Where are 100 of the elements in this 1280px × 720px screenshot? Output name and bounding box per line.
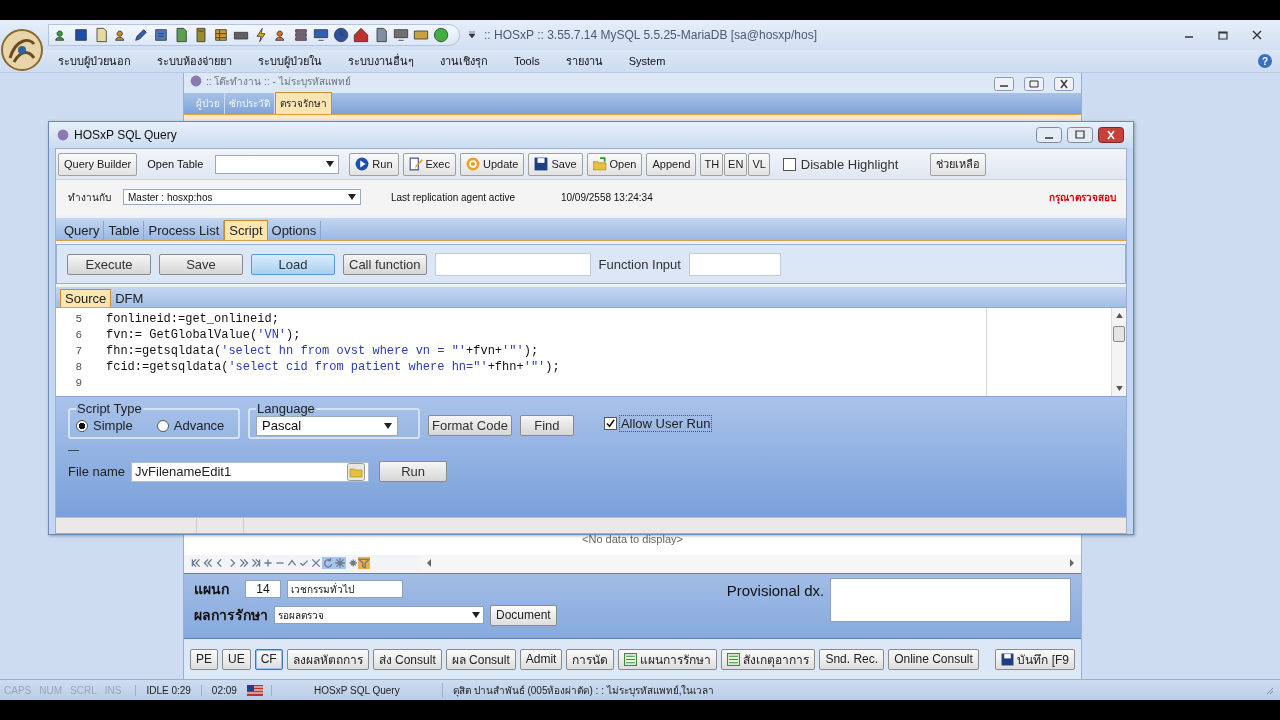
toolbar-button[interactable]: Save [528, 152, 583, 176]
action-button[interactable]: Snd. Rec. [819, 648, 885, 670]
menu-item[interactable]: ระบบผู้ป่วยนอก [58, 52, 131, 70]
tab[interactable]: DFM [111, 290, 148, 307]
scroll-up-icon[interactable] [1115, 313, 1123, 318]
menu-item[interactable]: รายงาน [565, 52, 603, 70]
scroll-left-icon[interactable] [426, 559, 432, 567]
toolbar-button[interactable]: Query Builder [58, 152, 138, 176]
notepad-icon[interactable] [153, 27, 169, 43]
square-icon[interactable] [73, 27, 89, 43]
department-code-field[interactable]: 14 [245, 580, 281, 598]
page-icon[interactable] [173, 27, 189, 43]
radio-button[interactable] [76, 419, 88, 432]
action-button[interactable]: Online Consult [888, 648, 979, 670]
action-button[interactable]: ผล Consult [445, 648, 516, 670]
result-dropdown[interactable]: รอผลตรวจ [274, 606, 484, 624]
menu-item[interactable]: System [628, 55, 666, 67]
function-name-field[interactable] [434, 252, 591, 276]
rewind-icon[interactable] [202, 557, 214, 569]
tab[interactable]: Query [60, 221, 105, 240]
first-icon[interactable] [190, 557, 202, 569]
action-button[interactable]: CF [254, 648, 283, 670]
toolbar-button[interactable]: Exec [402, 152, 456, 176]
action-button[interactable]: ส่ง Consult [372, 648, 442, 670]
action-button[interactable]: ลงผลหัตถการ [286, 648, 369, 670]
toolbar-button[interactable]: TH [700, 152, 724, 176]
tab[interactable]: Script [224, 220, 268, 240]
horizontal-scrollbar[interactable] [420, 556, 1081, 570]
list-icon[interactable] [293, 27, 309, 43]
department-name-field[interactable]: เวชกรรมทั่วไป [287, 580, 403, 598]
toolbar-button[interactable]: EN [724, 152, 748, 176]
help-button[interactable]: ? [1258, 54, 1272, 68]
monitor-icon[interactable] [313, 27, 329, 43]
close-icon[interactable] [1252, 30, 1262, 40]
close-icon[interactable] [1097, 127, 1125, 143]
menu-item[interactable]: Tools [514, 55, 540, 67]
minimize-icon[interactable] [1035, 127, 1063, 143]
menu-item[interactable]: ระบบงานอื่นๆ [348, 52, 414, 70]
maximize-icon[interactable] [1218, 30, 1228, 40]
house-icon[interactable] [353, 27, 369, 43]
action-button[interactable]: สังเกตุอาการ [721, 648, 816, 670]
folder-icon[interactable] [347, 462, 366, 481]
dropdown-arrow-icon[interactable] [348, 194, 356, 200]
toolbar-button[interactable]: Append [646, 152, 697, 176]
minimize-icon[interactable] [993, 77, 1015, 91]
dropdown-arrow-icon[interactable] [468, 31, 476, 39]
dropdown-arrow-icon[interactable] [472, 612, 480, 618]
toolbar-button[interactable]: VL [748, 152, 770, 176]
fast-forward-icon[interactable] [238, 557, 250, 569]
close-icon[interactable] [1053, 77, 1075, 91]
page-icon[interactable] [93, 27, 109, 43]
script-button[interactable]: Load [251, 253, 335, 275]
script-button[interactable]: Call function [343, 253, 427, 275]
plus-icon[interactable] [262, 557, 274, 569]
dropdown-arrow-icon[interactable] [326, 161, 335, 167]
grid-icon[interactable] [213, 27, 229, 43]
page-icon[interactable] [373, 27, 389, 43]
tab[interactable]: Source [60, 289, 112, 307]
vertical-scrollbar[interactable] [1111, 308, 1126, 396]
action-button[interactable]: บันทึก [F9 [995, 648, 1075, 670]
radio-button[interactable] [156, 419, 169, 432]
lightning-icon[interactable] [253, 27, 269, 43]
monitor-icon[interactable] [393, 27, 409, 43]
last-icon[interactable] [250, 557, 262, 569]
document-button[interactable]: Document [490, 604, 557, 626]
check-icon[interactable] [298, 557, 310, 569]
tab[interactable]: Table [104, 221, 145, 240]
clock-icon[interactable] [333, 27, 349, 43]
radio-label[interactable]: Advance [173, 418, 225, 433]
radio-label[interactable]: Simple [93, 418, 133, 433]
scrollbar-thumb[interactable] [1113, 326, 1125, 342]
dropdown-arrow-icon[interactable] [384, 422, 392, 429]
action-button[interactable]: UE [222, 648, 251, 670]
checkmark-icon[interactable] [605, 419, 615, 428]
find-button[interactable]: Find [519, 415, 574, 436]
pencil-icon[interactable] [133, 27, 149, 43]
format-code-button[interactable]: Format Code [428, 415, 512, 436]
toolbar-button[interactable]: Run [349, 152, 399, 176]
action-button[interactable]: PE [190, 648, 218, 670]
file-name-field[interactable]: JvFilenameEdit1 [131, 461, 370, 482]
cross-icon[interactable] [310, 557, 322, 569]
toolbar-button[interactable]: Update [460, 152, 525, 176]
scroll-right-icon[interactable] [1069, 559, 1075, 567]
menu-item[interactable]: ระบบห้องจ่ายยา [157, 52, 232, 70]
action-button[interactable]: การนัด [566, 648, 615, 670]
tab[interactable]: Options [267, 221, 322, 240]
resize-grip-icon[interactable] [1264, 685, 1274, 695]
diagnosis-field[interactable] [830, 578, 1071, 622]
run-button[interactable]: Run [379, 461, 448, 482]
language-dropdown[interactable]: Pascal [256, 415, 398, 436]
toolbar-button[interactable]: ช่วยเหลือ [930, 152, 987, 176]
scroll-down-icon[interactable] [1115, 386, 1123, 391]
toolbar-button[interactable]: Open [586, 152, 643, 176]
action-button[interactable]: Admit [519, 648, 563, 670]
script-button[interactable]: Save [159, 253, 243, 275]
tab[interactable]: ตรวจรักษา [275, 92, 332, 114]
connection-dropdown[interactable]: Master : hosxp:hos [123, 189, 361, 205]
menu-item[interactable]: ระบบผู้ป่วยใน [258, 52, 322, 70]
menu-item[interactable]: งานเชิงรุก [440, 52, 488, 70]
action-button[interactable]: แผนการรักษา [618, 648, 718, 670]
